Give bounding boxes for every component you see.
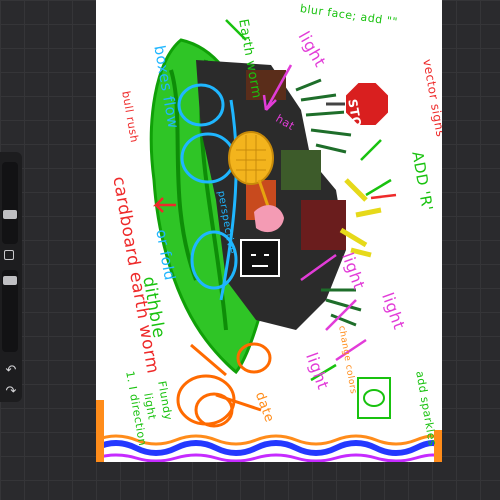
tv-face <box>240 239 280 277</box>
square-icon[interactable] <box>4 250 14 260</box>
sparkle-box <box>357 377 391 419</box>
sparkle-circle <box>363 389 385 407</box>
undo-icon[interactable]: ↶ <box>3 362 19 378</box>
opacity-thumb[interactable] <box>3 276 17 285</box>
collage-red-block <box>301 200 346 250</box>
drawing-canvas[interactable]: blur face; add "" Earth worm light vecto… <box>96 0 442 462</box>
redo-icon[interactable]: ↷ <box>3 383 19 399</box>
brush-size-slider[interactable] <box>2 162 18 244</box>
yellow-pieces <box>339 178 382 258</box>
brush-size-thumb[interactable] <box>3 210 17 219</box>
left-edge-strip <box>96 400 104 462</box>
collage-green-block <box>281 150 321 190</box>
opacity-slider[interactable] <box>2 270 18 352</box>
tool-sidebar: ↶ ↷ <box>0 152 22 402</box>
